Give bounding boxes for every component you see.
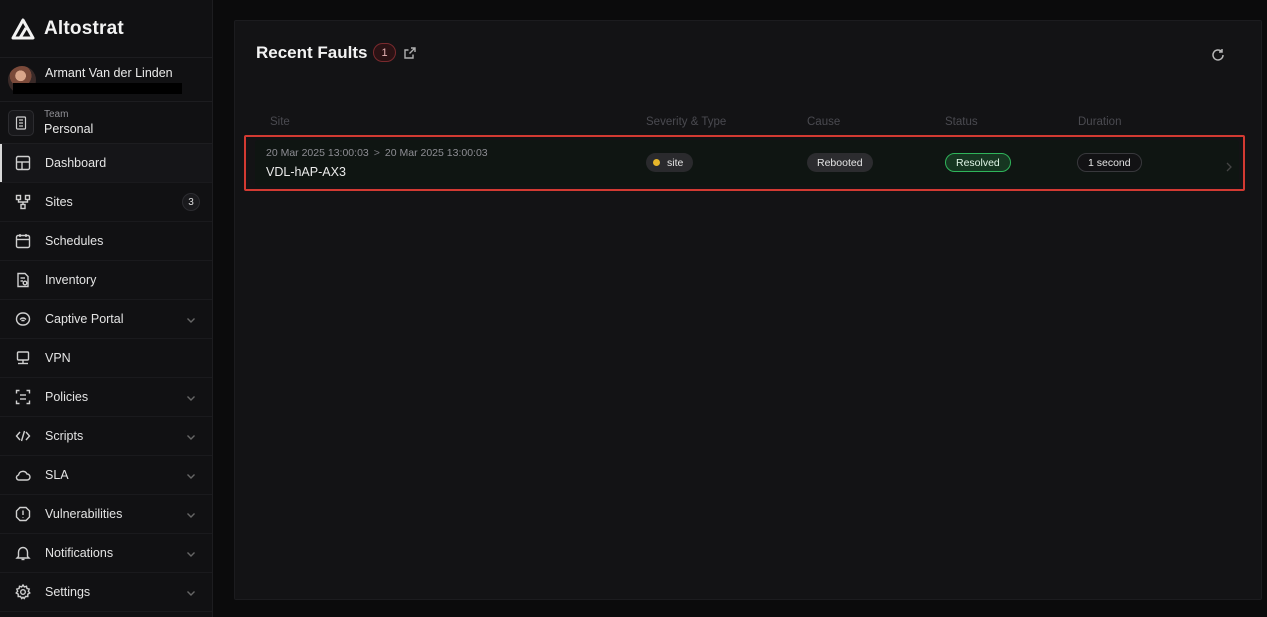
fault-site-name: VDL-hAP-AX3 <box>266 165 346 179</box>
sites-count-badge: 3 <box>182 193 200 211</box>
bell-icon <box>14 545 31 562</box>
sidebar-item-sites[interactable]: Sites 3 <box>0 183 212 222</box>
table-row[interactable]: 20 Mar 2025 13:00:03 >20 Mar 2025 13:00:0… <box>255 140 1239 186</box>
panel-title: Recent Faults <box>256 43 368 62</box>
severity-type-chip: site <box>646 153 694 172</box>
policies-icon <box>14 389 31 406</box>
user-profile[interactable]: Armant Van der Linden <box>0 58 212 102</box>
refresh-icon[interactable] <box>1211 48 1225 62</box>
alert-icon <box>14 506 31 523</box>
user-name: Armant Van der Linden <box>45 66 173 80</box>
team-switcher[interactable]: Team Personal <box>0 102 212 144</box>
sidebar-item-label: Scripts <box>45 429 84 443</box>
altostrat-logo-icon <box>11 18 35 39</box>
redacted-email <box>13 83 182 94</box>
status-badge: Resolved <box>945 153 1011 172</box>
column-header-cause: Cause <box>807 116 841 128</box>
chevron-down-icon <box>186 509 196 519</box>
team-icon <box>8 109 34 136</box>
captive-portal-icon <box>14 311 31 328</box>
sidebar-item-label: VPN <box>45 351 71 365</box>
sidebar-item-settings[interactable]: Settings <box>0 573 212 612</box>
chevron-down-icon <box>186 587 196 597</box>
sidebar-item-label: Inventory <box>45 273 97 287</box>
fault-start-time: 20 Mar 2025 13:00:03 <box>266 147 369 159</box>
chevron-down-icon <box>186 392 196 402</box>
code-icon <box>14 428 31 445</box>
duration-chip: 1 second <box>1077 153 1142 172</box>
chevron-right-icon <box>1225 159 1233 172</box>
sidebar-item-label: Dashboard <box>45 156 107 170</box>
sidebar-item-captive-portal[interactable]: Captive Portal <box>0 300 212 339</box>
sidebar-item-policies[interactable]: Policies <box>0 378 212 417</box>
logo[interactable]: Altostrat <box>0 0 212 58</box>
calendar-icon <box>14 233 31 250</box>
cause-chip: Rebooted <box>807 153 873 172</box>
sidebar-item-schedules[interactable]: Schedules <box>0 222 212 261</box>
sidebar-item-notifications[interactable]: Notifications <box>0 534 212 573</box>
chevron-down-icon <box>186 431 196 441</box>
sidebar-item-sla[interactable]: SLA <box>0 456 212 495</box>
brand-name: Altostrat <box>44 17 124 39</box>
column-header-status: Status <box>945 116 978 128</box>
chevron-down-icon <box>186 548 196 558</box>
external-link-icon[interactable] <box>404 46 416 59</box>
sidebar-item-label: Policies <box>45 390 89 404</box>
vpn-icon <box>14 350 31 367</box>
gear-icon <box>14 584 31 601</box>
cloud-icon <box>14 467 31 484</box>
sidebar-item-vpn[interactable]: VPN <box>0 339 212 378</box>
sidebar-item-scripts[interactable]: Scripts <box>0 417 212 456</box>
sidebar: Altostrat Armant Van der Linden Team Per… <box>0 0 213 617</box>
sidebar-item-label: Settings <box>45 585 91 599</box>
time-range-arrow: > <box>373 147 380 159</box>
team-label: Team <box>44 108 69 120</box>
fault-time-range: 20 Mar 2025 13:00:03 >20 Mar 2025 13:00:0… <box>266 147 488 159</box>
column-header-duration: Duration <box>1078 116 1122 128</box>
chevron-down-icon <box>186 470 196 480</box>
severity-type-label: site <box>667 156 684 169</box>
sidebar-item-label: Sites <box>45 195 73 209</box>
sidebar-item-label: Vulnerabilities <box>45 507 123 521</box>
sidebar-item-vulnerabilities[interactable]: Vulnerabilities <box>0 495 212 534</box>
recent-faults-panel: Recent Faults 1 Site Severity & Type Cau… <box>234 20 1262 600</box>
team-value: Personal <box>44 121 94 136</box>
fault-count-badge: 1 <box>373 43 396 62</box>
sidebar-nav: Dashboard Sites 3 Schedules Inventory Ca… <box>0 144 212 612</box>
sidebar-item-label: Notifications <box>45 546 114 560</box>
fault-end-time: 20 Mar 2025 13:00:03 <box>384 147 488 159</box>
sidebar-item-label: Schedules <box>45 234 104 248</box>
sidebar-item-label: Captive Portal <box>45 312 124 326</box>
sidebar-item-inventory[interactable]: Inventory <box>0 261 212 300</box>
sidebar-item-label: SLA <box>45 468 69 482</box>
column-header-severity-type: Severity & Type <box>646 116 727 128</box>
sidebar-item-dashboard[interactable]: Dashboard <box>0 144 212 183</box>
chevron-down-icon <box>186 314 196 324</box>
dashboard-icon <box>14 155 31 172</box>
column-header-site: Site <box>270 116 290 128</box>
severity-dot-icon <box>653 159 660 166</box>
inventory-icon <box>14 272 31 289</box>
sites-icon <box>14 194 31 211</box>
